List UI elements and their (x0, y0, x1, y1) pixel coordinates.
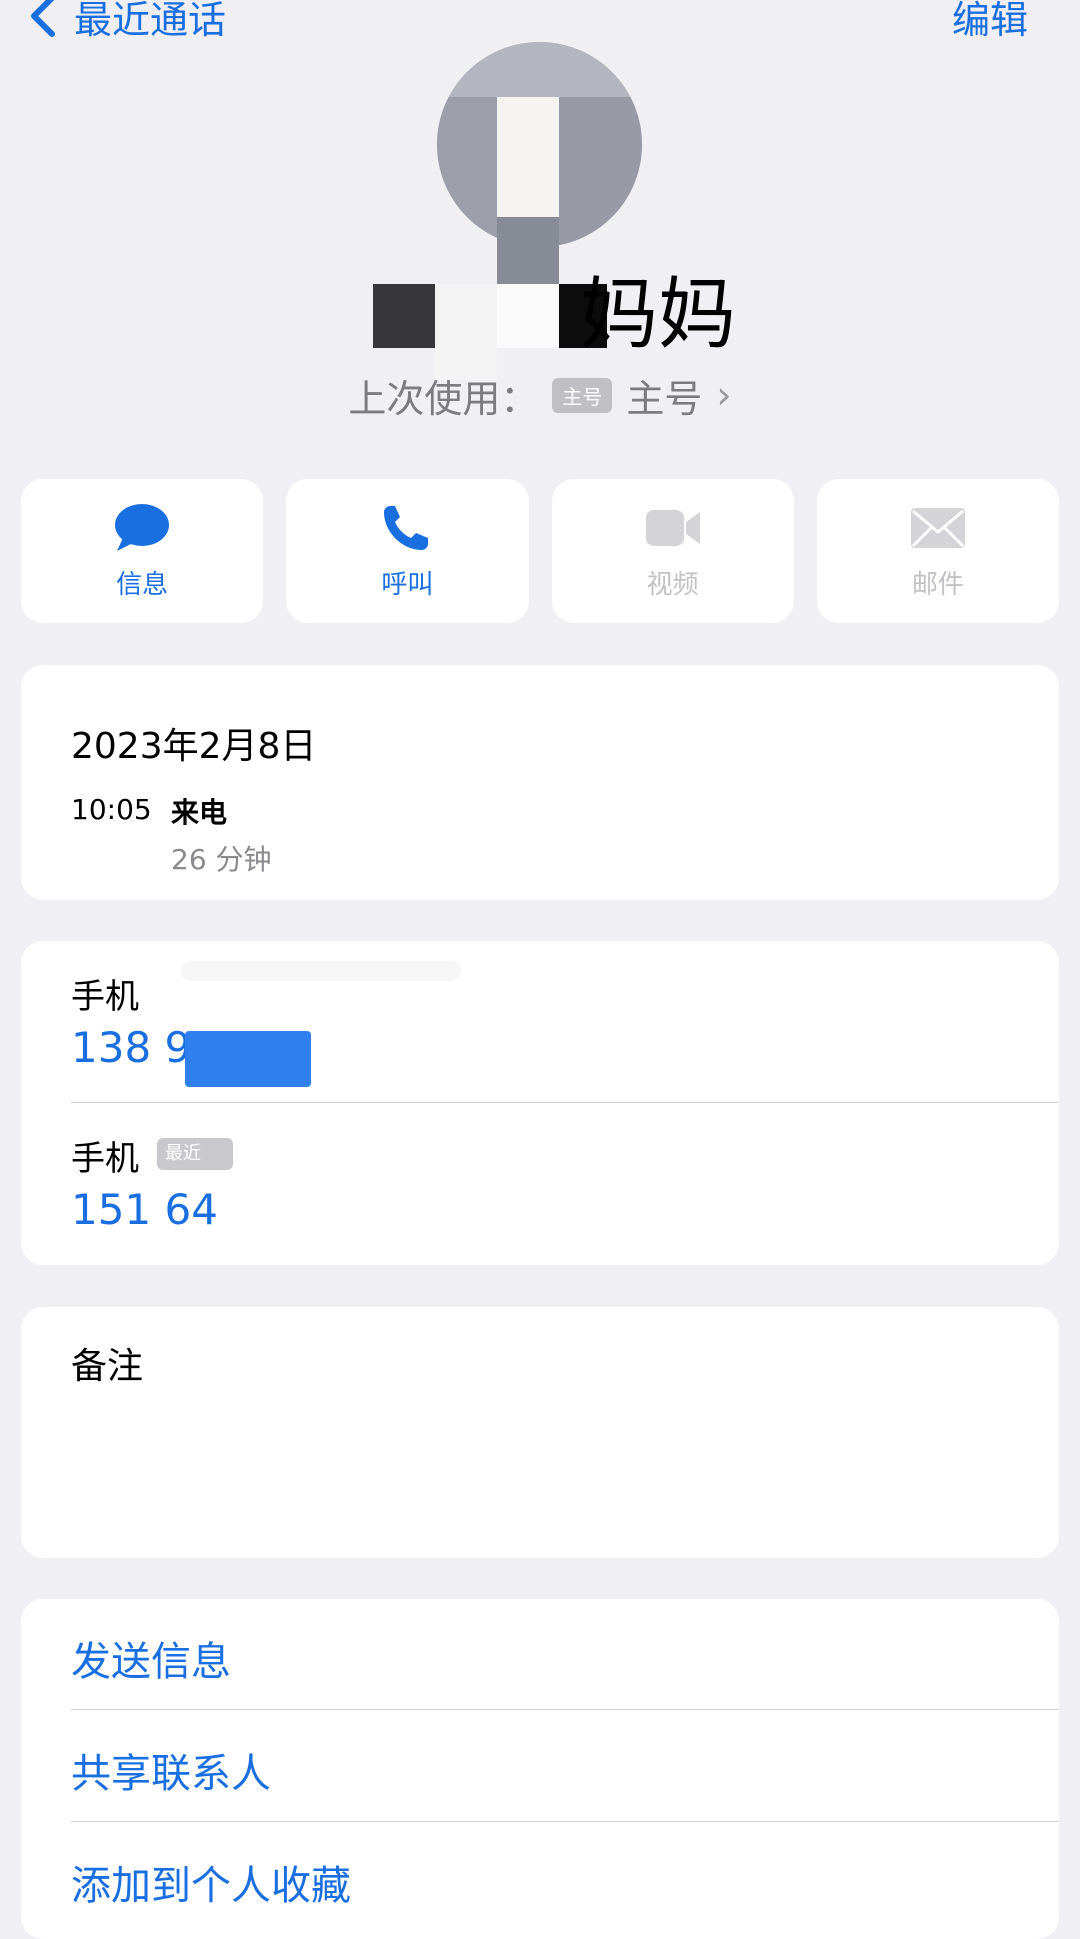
call-duration: 26 分钟 (171, 843, 272, 876)
phone-number[interactable]: 138 9 (71, 1023, 191, 1072)
video-label: 视频 (646, 569, 699, 600)
share-contact-link[interactable]: 共享联系人 (71, 1741, 271, 1799)
video-camera-icon (645, 509, 700, 546)
message-bubble-icon (115, 503, 170, 551)
phone-numbers-card: 手机 138 9 手机 最近 151 64 (21, 941, 1059, 1265)
name-pixel-3 (497, 284, 559, 348)
video-button[interactable]: 视频 (551, 479, 794, 623)
phone-row[interactable]: 手机 138 9 (21, 941, 1059, 1103)
back-button[interactable]: 最近通话 (26, 0, 226, 46)
last-used-prefix: 上次使用： (348, 376, 539, 421)
mail-label: 邮件 (911, 569, 964, 600)
envelope-icon (910, 507, 965, 548)
chevron-right-icon: › (716, 373, 732, 417)
actions-list-card: 发送信息 共享联系人 添加到个人收藏 (21, 1599, 1059, 1939)
contact-name: 妈妈 (0, 270, 1080, 380)
send-message-link[interactable]: 发送信息 (71, 1629, 231, 1687)
back-label: 最近通话 (74, 0, 227, 42)
phone-label: 手机 (71, 1139, 139, 1179)
recent-call-card: 2023年2月8日 10:05 来电 26 分钟 (21, 665, 1059, 900)
last-used-row[interactable]: 上次使用： 主号 主号 › (0, 365, 1080, 425)
action-buttons: 信息 呼叫 视频 邮件 (21, 479, 1059, 623)
notes-label: 备注 (71, 1346, 144, 1387)
avatar (437, 42, 642, 247)
call-type: 来电 (171, 796, 228, 829)
last-used-tag: 主号 (552, 377, 613, 413)
phone-icon (384, 505, 429, 550)
chevron-left-icon (31, 0, 55, 37)
name-pixel-1 (373, 284, 435, 348)
call-time: 10:05 (71, 793, 152, 826)
phone-number[interactable]: 151 64 (71, 1185, 218, 1234)
add-to-favorites-link[interactable]: 添加到个人收藏 (71, 1853, 351, 1911)
edit-button[interactable]: 编辑 (952, 0, 1028, 46)
phone-row[interactable]: 手机 最近 151 64 (21, 1103, 1059, 1265)
message-button[interactable]: 信息 (21, 479, 264, 623)
call-button[interactable]: 呼叫 (286, 479, 529, 623)
contact-name-suffix: 妈妈 (580, 270, 737, 360)
divider (71, 1709, 1059, 1710)
phone-redaction (185, 1031, 311, 1087)
phone-label: 手机 (71, 977, 139, 1017)
notes-card[interactable]: 备注 (21, 1307, 1059, 1558)
call-label: 呼叫 (381, 569, 434, 600)
recent-badge: 最近 (157, 1138, 233, 1170)
divider (71, 1821, 1059, 1822)
phone-blur-1 (181, 961, 461, 981)
message-label: 信息 (116, 569, 169, 600)
call-date: 2023年2月8日 (71, 726, 317, 767)
last-used-value: 主号 (626, 376, 703, 421)
mail-button[interactable]: 邮件 (816, 479, 1059, 623)
